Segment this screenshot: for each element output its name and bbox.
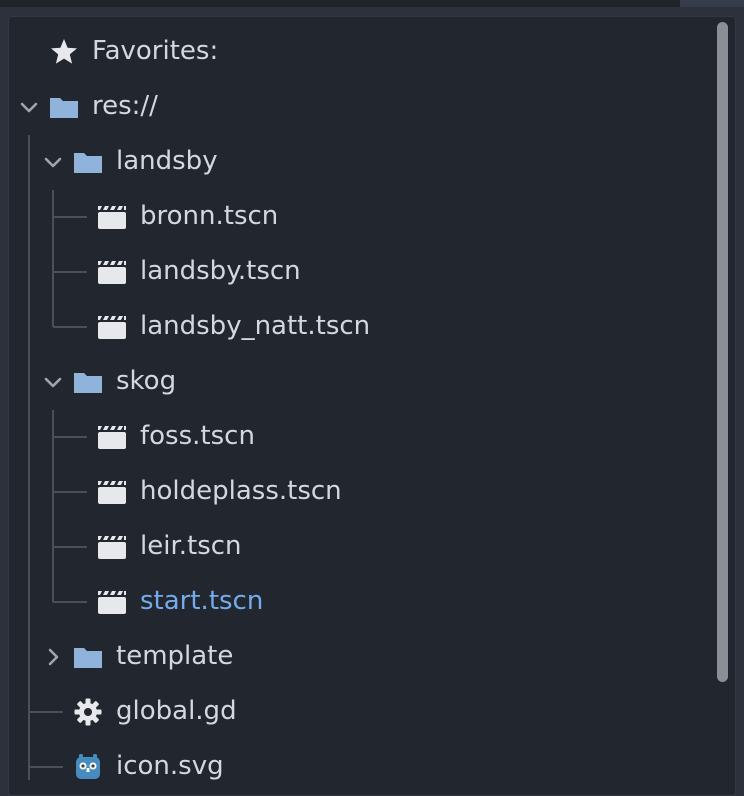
favorites-row[interactable]: Favorites: xyxy=(0,24,700,79)
tree-item-label: holdeplass.tscn xyxy=(140,476,342,506)
tree-item-label: foss.tscn xyxy=(140,421,255,451)
tree-item-label: global.gd xyxy=(116,696,237,726)
tree-item-label: res:// xyxy=(92,91,158,121)
tree-item-file[interactable]: global.gd xyxy=(0,684,700,739)
tree-item-label: landsby xyxy=(116,146,218,176)
tree-item-file[interactable]: landsby.tscn xyxy=(0,244,700,299)
top-strip-right xyxy=(680,0,744,7)
tree-item-file[interactable]: landsby_natt.tscn xyxy=(0,299,700,354)
scene-clapperboard-icon xyxy=(98,261,126,284)
chevron-down-icon[interactable] xyxy=(42,371,64,393)
tree-item-res-root[interactable]: res:// xyxy=(0,79,700,134)
tree-item-file[interactable]: leir.tscn xyxy=(0,519,700,574)
tree-item-label: landsby_natt.tscn xyxy=(140,311,371,341)
tree-item-folder-template[interactable]: template xyxy=(0,629,700,684)
scene-clapperboard-icon xyxy=(98,206,126,229)
scene-clapperboard-icon xyxy=(98,316,126,339)
gear-icon xyxy=(74,698,102,726)
tree-item-file-selected[interactable]: start.tscn xyxy=(0,574,700,629)
scrollbar-thumb[interactable] xyxy=(717,22,728,682)
tree-item-label: template xyxy=(116,641,234,671)
chevron-down-icon[interactable] xyxy=(18,96,40,118)
tree-item-label: start.tscn xyxy=(140,586,264,616)
tree-item-file[interactable]: icon.svg xyxy=(0,739,700,794)
tree-item-label: bronn.tscn xyxy=(140,201,279,231)
favorites-label: Favorites: xyxy=(92,36,219,66)
tree-item-folder-skog[interactable]: skog xyxy=(0,354,700,409)
chevron-right-icon[interactable] xyxy=(42,646,64,668)
chevron-down-icon[interactable] xyxy=(42,151,64,173)
tree-item-label: leir.tscn xyxy=(140,531,242,561)
tree-item-file[interactable]: bronn.tscn xyxy=(0,189,700,244)
top-strip xyxy=(0,0,680,7)
scene-clapperboard-icon xyxy=(98,426,126,449)
tree-item-folder-landsby[interactable]: landsby xyxy=(0,134,700,189)
godot-logo-icon xyxy=(76,754,100,779)
tree-item-label: landsby.tscn xyxy=(140,256,301,286)
scene-clapperboard-icon xyxy=(98,536,126,559)
vertical-scrollbar[interactable] xyxy=(717,20,728,780)
folder-icon xyxy=(74,373,102,393)
star-icon xyxy=(51,39,77,64)
folder-icon xyxy=(50,98,78,118)
tree-item-label: icon.svg xyxy=(116,751,224,781)
scene-clapperboard-icon xyxy=(98,591,126,614)
tree-item-label: skog xyxy=(116,366,177,396)
folder-icon xyxy=(74,648,102,668)
folder-icon xyxy=(74,153,102,173)
scene-clapperboard-icon xyxy=(98,481,126,504)
tree-item-file[interactable]: foss.tscn xyxy=(0,409,700,464)
tree-item-file[interactable]: holdeplass.tscn xyxy=(0,464,700,519)
